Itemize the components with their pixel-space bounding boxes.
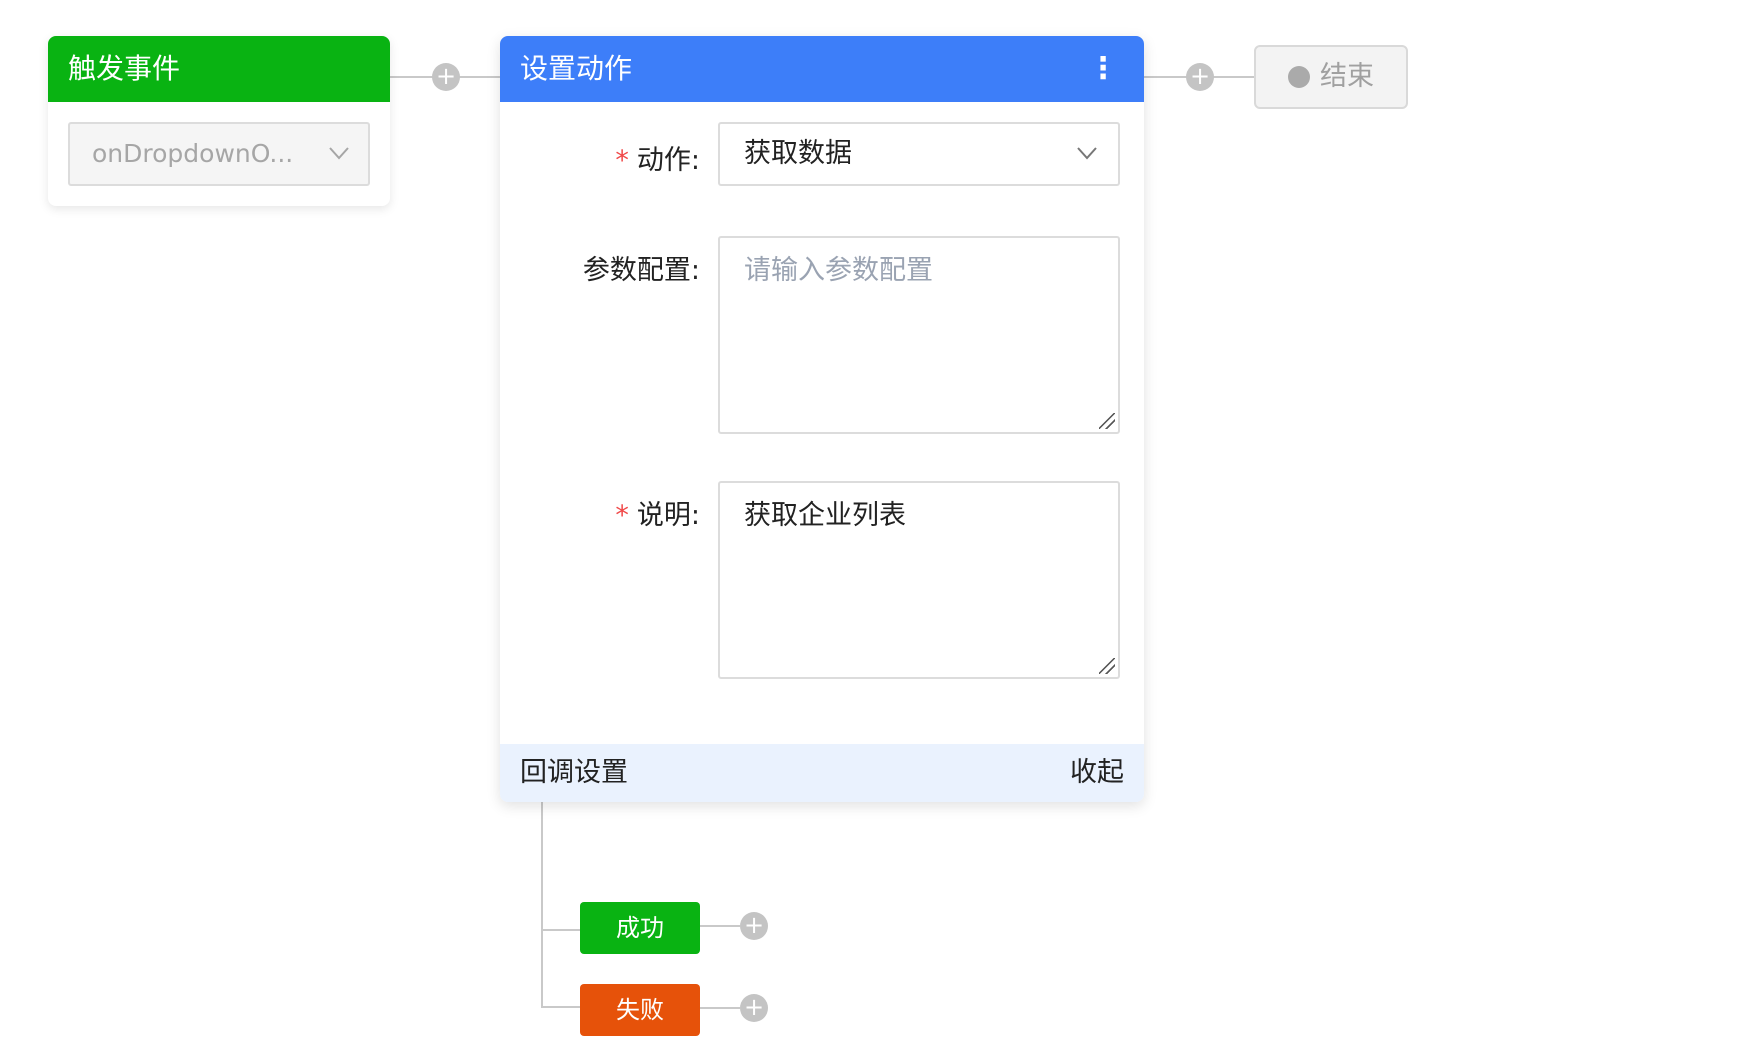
required-mark: * — [615, 500, 629, 531]
action-select[interactable]: 获取数据 — [718, 122, 1120, 186]
end-node-label: 结束 — [1320, 61, 1374, 92]
params-label: 参数配置: — [582, 255, 700, 286]
resize-handle-icon[interactable] — [1099, 658, 1115, 674]
event-select-value: onDropdownO... — [92, 139, 294, 168]
required-mark: * — [615, 145, 629, 176]
chevron-down-icon — [1076, 124, 1098, 206]
connector-failure — [541, 1006, 580, 1008]
action-select-value: 获取数据 — [744, 138, 852, 169]
trigger-title: 触发事件 — [48, 36, 390, 102]
connector-success — [541, 929, 580, 931]
circle-icon — [1288, 66, 1310, 88]
action-card: 设置动作 ⋮ * 动作: 获取数据 参数配置: 请输入参数配置 * 说明: 获取企业… — [500, 36, 1144, 802]
callback-footer: 回调设置 收起 — [500, 744, 1144, 802]
add-node-plus-icon[interactable]: + — [432, 63, 460, 91]
connector-success-plus — [700, 925, 740, 927]
callback-settings-label: 回调设置 — [520, 757, 628, 788]
end-node[interactable]: 结束 — [1254, 45, 1408, 109]
add-node-plus-icon[interactable]: + — [1186, 63, 1214, 91]
chevron-down-icon — [328, 124, 350, 184]
description-value: 获取企业列表 — [744, 500, 906, 531]
description-label: * 说明: — [615, 500, 700, 531]
add-success-plus-icon[interactable]: + — [740, 912, 768, 940]
success-branch-button[interactable]: 成功 — [580, 902, 700, 954]
params-placeholder: 请输入参数配置 — [744, 255, 933, 286]
action-card-header: 设置动作 ⋮ — [500, 36, 1144, 102]
description-textarea[interactable]: 获取企业列表 — [718, 481, 1120, 679]
resize-handle-icon[interactable] — [1099, 413, 1115, 429]
more-vertical-icon[interactable]: ⋮ — [1088, 36, 1118, 102]
collapse-button[interactable]: 收起 — [1070, 744, 1124, 802]
trigger-node: 触发事件 onDropdownO... — [48, 36, 390, 206]
event-select[interactable]: onDropdownO... — [68, 122, 370, 186]
params-textarea[interactable]: 请输入参数配置 — [718, 236, 1120, 434]
action-card-title: 设置动作 — [520, 52, 633, 85]
callback-branch-line — [541, 802, 543, 1008]
action-label: * 动作: — [615, 145, 700, 176]
connector-failure-plus — [700, 1007, 740, 1009]
failure-branch-button[interactable]: 失败 — [580, 984, 700, 1036]
add-failure-plus-icon[interactable]: + — [740, 994, 768, 1022]
